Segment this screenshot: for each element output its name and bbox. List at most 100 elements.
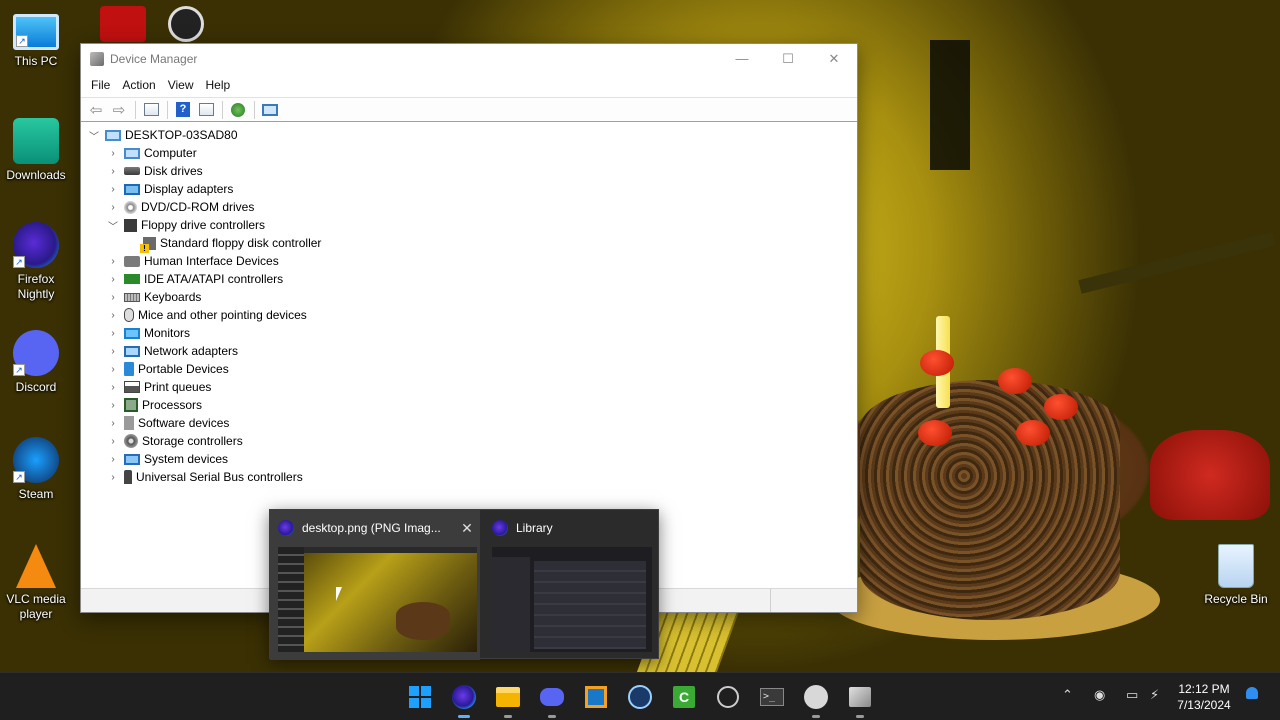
mouse-icon <box>124 308 134 322</box>
taskbar-firefox[interactable] <box>450 683 478 718</box>
virtualbox-icon <box>585 686 607 708</box>
tree-category-monitors[interactable]: › Monitors <box>81 324 857 342</box>
desktop-icon-firefox-nightly[interactable]: ↗ Firefox Nightly <box>0 222 72 302</box>
tree-category-ide-controllers[interactable]: › IDE ATA/ATAPI controllers <box>81 270 857 288</box>
tree-category-label: Processors <box>142 398 203 412</box>
tree-category-label: Storage controllers <box>142 434 243 448</box>
desktop-icon-vlc[interactable]: VLC media player <box>0 544 72 622</box>
tree-category-usb-controllers[interactable]: › Universal Serial Bus controllers <box>81 468 857 486</box>
chevron-right-icon[interactable]: › <box>106 346 120 357</box>
desktop-icon-obs[interactable] <box>150 6 222 46</box>
desktop-icon-filezilla[interactable] <box>87 6 159 46</box>
chevron-right-icon[interactable]: › <box>106 202 120 213</box>
chevron-right-icon[interactable]: › <box>106 436 120 447</box>
desktop-icon-recycle-bin[interactable]: Recycle Bin <box>1200 544 1272 607</box>
taskbar-device-manager[interactable] <box>846 683 874 718</box>
chevron-right-icon[interactable]: › <box>106 472 120 483</box>
tree-category-mice[interactable]: › Mice and other pointing devices <box>81 306 857 324</box>
tray-discord-icon[interactable]: ◉ <box>1094 687 1105 703</box>
chevron-right-icon[interactable]: › <box>106 274 120 285</box>
taskbar-steam[interactable] <box>626 683 654 711</box>
chevron-right-icon[interactable]: › <box>106 184 120 195</box>
tray-network-icon[interactable]: ⚡ <box>1150 687 1159 703</box>
chevron-right-icon[interactable]: › <box>106 364 120 375</box>
desktop-icon-steam[interactable]: ↗ Steam <box>0 437 72 502</box>
thumbnail-close-button[interactable]: ✕ <box>454 520 480 537</box>
tree-category-storage-controllers[interactable]: › Storage controllers <box>81 432 857 450</box>
tree-category-system-devices[interactable]: › System devices <box>81 450 857 468</box>
thumbnail-desktop-png[interactable]: desktop.png (PNG Imag... ✕ <box>270 510 480 660</box>
help-button[interactable]: ? <box>172 100 194 120</box>
back-button[interactable]: ⇦ <box>85 100 107 120</box>
chevron-right-icon[interactable]: › <box>106 256 120 267</box>
tree-category-label: Print queues <box>144 380 212 394</box>
chevron-right-icon[interactable]: › <box>106 418 120 429</box>
desktop-icon-this-pc[interactable]: ↗ This PC <box>0 8 72 69</box>
taskbar-steam-alt[interactable] <box>802 683 830 718</box>
menu-help[interactable]: Help <box>200 78 237 92</box>
monitor-button[interactable] <box>259 100 281 120</box>
chevron-right-icon[interactable]: › <box>106 382 120 393</box>
tree-category-dvd-drives[interactable]: › DVD/CD-ROM drives <box>81 198 857 216</box>
taskbar-terminal[interactable]: >_ <box>758 683 786 711</box>
shortcut-arrow-icon: ↗ <box>13 256 25 268</box>
tree-root[interactable]: ﹀ DESKTOP-03SAD80 <box>81 126 857 144</box>
tree-category-keyboards[interactable]: › Keyboards <box>81 288 857 306</box>
desktop-icon-discord[interactable]: ↗ Discord <box>0 330 72 395</box>
tree-device-standard-floppy[interactable]: Standard floppy disk controller <box>81 234 857 253</box>
storage-controller-icon <box>124 434 138 448</box>
disk-drive-icon <box>124 167 140 175</box>
tray-display-icon[interactable]: ▭ <box>1126 687 1138 703</box>
chevron-right-icon[interactable]: › <box>106 328 120 339</box>
preview-list <box>534 561 646 649</box>
taskbar-clock[interactable]: 12:12 PM 7/13/2024 <box>1172 681 1236 713</box>
tree-category-processors[interactable]: › Processors <box>81 396 857 414</box>
chevron-right-icon[interactable]: › <box>106 310 120 321</box>
display-adapter-icon <box>124 183 140 195</box>
chevron-down-icon[interactable]: ﹀ <box>87 128 101 143</box>
minimize-button[interactable]: — <box>719 44 765 73</box>
printer-icon <box>124 381 140 393</box>
thumbnail-library[interactable]: Library <box>484 510 660 660</box>
show-hide-console-tree-button[interactable] <box>140 100 162 120</box>
chevron-right-icon[interactable]: › <box>106 454 120 465</box>
firefox-icon <box>492 520 508 536</box>
taskbar-virtualbox[interactable] <box>582 683 610 711</box>
forward-button[interactable]: ⇨ <box>108 100 130 120</box>
maximize-button[interactable]: ☐ <box>765 44 811 73</box>
taskbar-discord[interactable] <box>538 683 566 718</box>
tree-category-floppy-controllers[interactable]: ﹀ Floppy drive controllers <box>81 216 857 234</box>
chevron-right-icon[interactable]: › <box>106 166 120 177</box>
chevron-right-icon[interactable]: › <box>106 292 120 303</box>
chevron-down-icon[interactable]: ﹀ <box>106 218 120 233</box>
desktop-icon-downloads[interactable]: Downloads <box>0 118 72 183</box>
menu-action[interactable]: Action <box>116 78 161 92</box>
tray-overflow-chevron-icon[interactable]: ⌃ <box>1062 687 1073 703</box>
preview-cake <box>396 602 450 640</box>
close-button[interactable]: ✕ <box>811 44 857 73</box>
tree-category-label: Universal Serial Bus controllers <box>136 470 303 484</box>
tree-category-display-adapters[interactable]: › Display adapters <box>81 180 857 198</box>
properties-button[interactable] <box>195 100 217 120</box>
tree-category-software-devices[interactable]: › Software devices <box>81 414 857 432</box>
tree-category-hid[interactable]: › Human Interface Devices <box>81 252 857 270</box>
wallpaper-cherry <box>918 420 952 446</box>
menu-view[interactable]: View <box>162 78 200 92</box>
title-bar[interactable]: Device Manager — ☐ ✕ <box>81 44 857 73</box>
taskbar-green-app[interactable]: C <box>670 683 698 711</box>
scan-hardware-button[interactable] <box>227 100 249 120</box>
tree-category-print-queues[interactable]: › Print queues <box>81 378 857 396</box>
tree-category-portable-devices[interactable]: › Portable Devices <box>81 360 857 378</box>
tree-category-computer[interactable]: › Computer <box>81 144 857 162</box>
start-button[interactable] <box>406 683 434 711</box>
menu-file[interactable]: File <box>85 78 116 92</box>
tree-category-network-adapters[interactable]: › Network adapters <box>81 342 857 360</box>
notification-button[interactable] <box>1245 687 1259 703</box>
chevron-right-icon[interactable]: › <box>106 400 120 411</box>
taskbar: C >_ ⌃ ◉ ▭ ⚡ 12:12 PM 7/13/2024 <box>0 672 1280 720</box>
chevron-right-icon[interactable]: › <box>106 148 120 159</box>
taskbar-obs[interactable] <box>714 683 742 711</box>
taskbar-file-explorer[interactable] <box>494 683 522 718</box>
tree-category-disk-drives[interactable]: › Disk drives <box>81 162 857 180</box>
device-manager-icon <box>849 687 871 707</box>
